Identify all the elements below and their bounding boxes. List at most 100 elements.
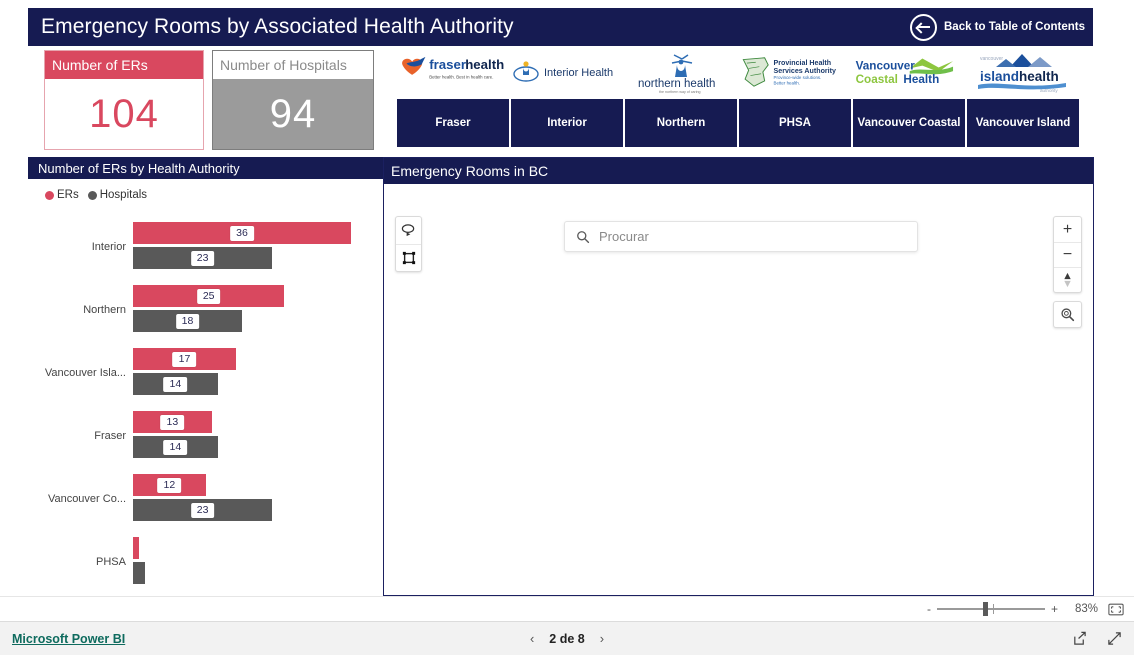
bar-stack: 25 18 bbox=[133, 283, 383, 336]
bar-er[interactable]: 12 bbox=[133, 474, 206, 496]
bar-value-label: 25 bbox=[196, 288, 221, 304]
bar-value-label: 12 bbox=[157, 477, 182, 493]
bar-hosp[interactable]: 18 bbox=[133, 310, 242, 332]
interior-health-logo: Interior Health bbox=[511, 48, 625, 96]
bar-group: Northern 25 18 bbox=[28, 278, 383, 341]
map-zoom-controls: + − bbox=[1053, 216, 1082, 293]
bar-value-label: 36 bbox=[230, 225, 254, 241]
bar-er[interactable]: 25 bbox=[133, 285, 285, 307]
bar-er[interactable]: 13 bbox=[133, 411, 212, 433]
compass-icon[interactable] bbox=[1054, 267, 1081, 292]
legend-dot-ers bbox=[45, 190, 54, 200]
zoom-slider-track[interactable] bbox=[936, 602, 1045, 616]
legend-item-hospitals[interactable]: Hospitals bbox=[87, 189, 148, 201]
search-icon bbox=[577, 230, 590, 243]
legend-label-hospitals: Hospitals bbox=[99, 189, 148, 201]
zoom-in-icon[interactable]: + bbox=[1054, 217, 1081, 242]
rectangle-select-icon[interactable] bbox=[396, 244, 421, 271]
northern-health-logo: northern health the northern way of cari… bbox=[624, 48, 738, 96]
svg-text:Interior Health: Interior Health bbox=[544, 67, 613, 79]
report-title-banner: Emergency Rooms by Associated Health Aut… bbox=[28, 8, 1093, 46]
bar-group: Interior 36 23 bbox=[28, 215, 383, 278]
bar-category-label: Fraser bbox=[94, 429, 126, 442]
zoom-slider-thumb[interactable] bbox=[982, 602, 988, 616]
share-icon[interactable] bbox=[1072, 631, 1087, 646]
svg-text:Services Authority: Services Authority bbox=[774, 67, 836, 75]
svg-text:authority: authority bbox=[1040, 88, 1058, 93]
fraser-health-logo: fraser health Better health. Best in hea… bbox=[397, 48, 511, 96]
zoom-out-icon[interactable]: − bbox=[1054, 242, 1081, 267]
chevron-right-icon[interactable]: › bbox=[600, 631, 604, 646]
svg-text:Province-wide solutions.: Province-wide solutions. bbox=[774, 75, 822, 80]
nav-button-phsa[interactable]: PHSA bbox=[739, 99, 851, 147]
vancouver-coastal-health-logo: Vancouver Coastal Health bbox=[852, 48, 966, 96]
chart-bars-area: Interior 36 23 Northern 25 18 Vancouver Isla..… bbox=[28, 201, 383, 593]
nav-button-vancouver-coastal[interactable]: Vancouver Coastal bbox=[853, 99, 965, 147]
svg-text:health: health bbox=[1019, 69, 1059, 84]
back-to-table-of-contents-button[interactable]: Back to Table of Contents bbox=[910, 8, 1093, 46]
bar-value-label: 14 bbox=[163, 376, 188, 392]
bar-hosp[interactable]: 14 bbox=[133, 373, 218, 395]
map-search-input[interactable] bbox=[599, 229, 906, 244]
bar-stack: 12 23 bbox=[133, 472, 383, 525]
footer-actions bbox=[1072, 631, 1122, 646]
phsa-logo: Provincial Health Services Authority Pro… bbox=[738, 48, 852, 96]
svg-text:Better health. Best in health: Better health. Best in health care. bbox=[429, 75, 493, 80]
map-canvas[interactable]: + − bbox=[384, 184, 1093, 595]
zoom-out-button[interactable]: - bbox=[927, 602, 931, 616]
bar-hosp[interactable] bbox=[133, 562, 146, 584]
legend-label-ers: ERs bbox=[57, 189, 79, 201]
lasso-select-icon[interactable] bbox=[396, 217, 421, 244]
bar-value-label: 18 bbox=[175, 313, 200, 329]
kpi-ers-value: 104 bbox=[89, 91, 159, 136]
kpi-card-number-of-hospitals[interactable]: Number of Hospitals 94 bbox=[212, 50, 374, 150]
back-button-label: Back to Table of Contents bbox=[944, 21, 1085, 33]
bar-hosp[interactable]: 23 bbox=[133, 499, 273, 521]
nav-button-vancouver-island[interactable]: Vancouver Island bbox=[967, 99, 1079, 147]
locate-search-icon[interactable] bbox=[1053, 301, 1082, 328]
bar-group: Vancouver Co... 12 23 bbox=[28, 467, 383, 530]
map-panel-title: Emergency Rooms in BC bbox=[384, 158, 1093, 184]
report-status-bar: - + 83% bbox=[0, 596, 1134, 621]
legend-item-ers[interactable]: ERs bbox=[45, 189, 79, 201]
bar-group: Vancouver Isla... 17 14 bbox=[28, 341, 383, 404]
kpi-hospitals-value: 94 bbox=[269, 91, 317, 136]
bar-stack: 36 23 bbox=[133, 220, 383, 273]
zoom-slider[interactable]: - + bbox=[927, 602, 1058, 616]
chevron-left-icon[interactable]: ‹ bbox=[530, 631, 534, 646]
bar-er[interactable] bbox=[133, 537, 140, 559]
bar-category-label: Interior bbox=[91, 240, 126, 253]
health-authority-logo-strip: fraser health Better health. Best in hea… bbox=[397, 48, 1079, 96]
bar-stack bbox=[133, 535, 383, 588]
bar-er[interactable]: 17 bbox=[133, 348, 236, 370]
bar-hosp[interactable]: 14 bbox=[133, 436, 218, 458]
fullscreen-icon[interactable] bbox=[1107, 631, 1122, 646]
svg-text:northern health: northern health bbox=[638, 78, 715, 90]
microsoft-power-bi-link[interactable]: Microsoft Power BI bbox=[12, 632, 125, 646]
bar-category-label: PHSA bbox=[96, 555, 126, 568]
nav-button-northern[interactable]: Northern bbox=[625, 99, 737, 147]
bar-value-label: 17 bbox=[172, 351, 197, 367]
chart-legend: ERs Hospitals bbox=[28, 179, 383, 201]
bar-hosp[interactable]: 23 bbox=[133, 247, 273, 269]
page-navigation: ‹ 2 de 8 › bbox=[530, 631, 604, 646]
bar-er[interactable]: 36 bbox=[133, 222, 351, 244]
zoom-percent-label: 83% bbox=[1074, 603, 1098, 615]
nav-button-interior[interactable]: Interior bbox=[511, 99, 623, 147]
bar-group: PHSA bbox=[28, 530, 383, 593]
svg-text:the northern way of caring: the northern way of caring bbox=[659, 90, 701, 94]
svg-text:Coastal: Coastal bbox=[855, 73, 897, 86]
kpi-card-number-of-ers[interactable]: Number of ERs 104 bbox=[44, 50, 204, 150]
health-authority-nav-buttons: Fraser Interior Northern PHSA Vancouver … bbox=[397, 99, 1079, 147]
ers-by-health-authority-chart: Number of ERs by Health Authority ERs Ho… bbox=[28, 157, 383, 596]
bar-stack: 13 14 bbox=[133, 409, 383, 462]
emergency-rooms-map-panel: Emergency Rooms in BC Procurar + − bbox=[383, 157, 1094, 596]
legend-dot-hospitals bbox=[87, 190, 97, 200]
nav-button-fraser[interactable]: Fraser bbox=[397, 99, 509, 147]
zoom-in-button[interactable]: + bbox=[1051, 602, 1058, 616]
kpi-hospitals-label: Number of Hospitals bbox=[213, 51, 373, 79]
map-search-box[interactable] bbox=[564, 221, 918, 252]
bar-value-label: 13 bbox=[160, 414, 185, 430]
fit-to-page-icon[interactable] bbox=[1108, 603, 1124, 616]
svg-text:Health: Health bbox=[903, 73, 939, 86]
